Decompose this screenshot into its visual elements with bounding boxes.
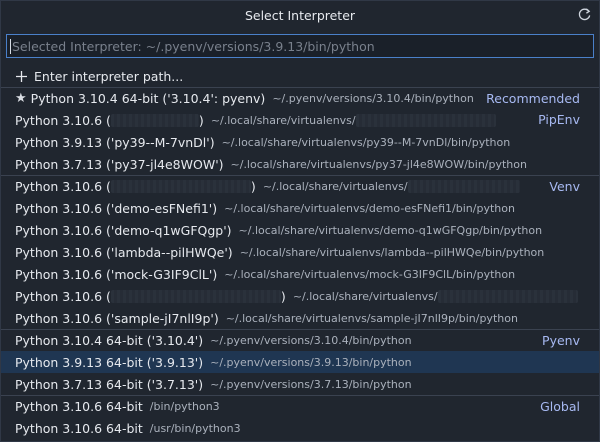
interpreter-label: Python 3.9.13 64-bit ('3.9.13') xyxy=(15,354,204,370)
interpreter-search-input[interactable] xyxy=(12,38,572,54)
interpreter-label: Python 3.10.6 ('lambda--pilHWQe') xyxy=(15,244,233,260)
interpreter-label: Python 3.7.13 64-bit ('3.7.13') xyxy=(15,376,204,392)
interpreter-path: ~/.local/share/virtualenvs/demo-q1wGFQgp… xyxy=(238,223,543,237)
quick-pick-title: Select Interpreter xyxy=(1,1,599,29)
interpreter-path: ~/.local/share/virtualenvs/ xyxy=(210,113,356,127)
interpreter-path: ~/.pyenv/versions/3.10.4/bin/python xyxy=(210,334,412,347)
interpreter-item[interactable]: Python 3.10.6 64-bit/usr/bin/python3 xyxy=(1,417,599,439)
refresh-icon[interactable] xyxy=(576,6,593,23)
redacted-text xyxy=(110,180,251,193)
redacted-text xyxy=(110,113,199,127)
interpreter-label-tail: ) xyxy=(250,179,256,194)
group-label: Recommended xyxy=(486,91,580,106)
interpreter-item[interactable]: Python 3.10.6 64-bit/bin/python3 Global xyxy=(1,395,599,417)
redacted-text xyxy=(110,289,281,303)
interpreter-label: Python 3.10.4 64-bit ('3.10.4') xyxy=(15,333,204,348)
interpreter-item[interactable]: Python 3.10.6 ('mock-G3IF9ClL') ~/.local/… xyxy=(1,263,599,285)
interpreter-search-box[interactable] xyxy=(6,34,594,58)
interpreter-label: Python 3.10.6 ('sample-jI7nlI9p') xyxy=(15,310,219,326)
interpreter-label: Python 3.9.13 ('py39--M-7vnDl') xyxy=(15,134,215,150)
interpreter-item[interactable]: Python 3.10.6 () ~/.local/share/virtualen… xyxy=(1,109,599,131)
interpreter-path: ~/.local/share/virtualenvs/ xyxy=(262,180,408,193)
interpreter-path: ~/.local/share/virtualenvs/demo-esFNefi1… xyxy=(224,201,515,215)
interpreter-path: ~/.pyenv/versions/3.9.13/bin/python xyxy=(210,355,412,369)
interpreter-path: ~/.local/share/virtualenvs/ xyxy=(292,289,438,303)
group-label: Global xyxy=(540,399,580,414)
interpreter-list: Enter interpreter path... ★ Python 3.10.4 … xyxy=(1,65,599,439)
interpreter-item[interactable]: Python 3.10.6 () ~/.local/share/virtualen… xyxy=(1,285,599,307)
interpreter-item[interactable]: Python 3.10.6 ('sample-jI7nlI9p') ~/.loca… xyxy=(1,307,599,329)
group-label: PipEnv xyxy=(538,112,580,127)
interpreter-path: /usr/bin/python3 xyxy=(149,421,241,435)
redacted-text xyxy=(355,113,496,127)
interpreter-item[interactable]: Python 3.10.6 () ~/.local/share/virtualen… xyxy=(1,175,599,197)
star-icon: ★ xyxy=(15,91,27,106)
interpreter-label: Python 3.10.6 ( xyxy=(15,112,111,128)
interpreter-label: Python 3.7.13 ('py37-jl4e8WOW') xyxy=(15,156,224,172)
redacted-text xyxy=(437,289,578,303)
text-caret xyxy=(10,38,11,54)
interpreter-path: ~/.local/share/virtualenvs/lambda--pilHW… xyxy=(239,245,545,259)
interpreter-item[interactable]: Python 3.7.13 64-bit ('3.7.13') ~/.pyenv/… xyxy=(1,373,599,395)
quick-pick-panel: Select Interpreter Enter interpreter pat… xyxy=(0,0,600,442)
interpreter-item[interactable]: Python 3.9.13 ('py39--M-7vnDl') ~/.local/… xyxy=(1,131,599,153)
interpreter-item[interactable]: Python 3.10.6 ('lambda--pilHWQe') ~/.loca… xyxy=(1,241,599,263)
interpreter-item[interactable]: Python 3.7.13 ('py37-jl4e8WOW') ~/.local/… xyxy=(1,153,599,175)
interpreter-label: Python 3.10.6 64-bit xyxy=(15,420,143,436)
interpreter-label: Enter interpreter path... xyxy=(34,68,184,84)
plus-icon xyxy=(15,70,28,83)
interpreter-label: Python 3.10.4 64-bit ('3.10.4': pyenv) xyxy=(30,91,266,106)
interpreter-label-tail: ) xyxy=(198,112,204,128)
group-label: Pyenv xyxy=(542,333,580,348)
interpreter-label: Python 3.10.6 ( xyxy=(15,179,111,194)
interpreter-path: ~/.pyenv/versions/3.7.13/bin/python xyxy=(210,377,412,391)
interpreter-label: Python 3.10.6 ('mock-G3IF9ClL') xyxy=(15,266,218,282)
interpreter-item[interactable]: Python 3.10.6 ('demo-q1wGFQgp') ~/.local/… xyxy=(1,219,599,241)
interpreter-item[interactable]: Python 3.10.4 64-bit ('3.10.4') ~/.pyenv/… xyxy=(1,329,599,351)
interpreter-path: ~/.local/share/virtualenvs/py39--M-7vnDl… xyxy=(221,135,511,149)
redacted-text xyxy=(407,180,520,193)
enter-interpreter-path-item[interactable]: Enter interpreter path... xyxy=(1,65,599,87)
interpreter-label-tail: ) xyxy=(280,288,286,304)
interpreter-label: Python 3.10.6 ( xyxy=(15,288,111,304)
interpreter-item[interactable]: Python 3.9.13 64-bit ('3.9.13') ~/.pyenv/… xyxy=(1,351,599,373)
interpreter-path: ~/.local/share/virtualenvs/py37-jl4e8WOW… xyxy=(230,157,527,171)
interpreter-path: /bin/python3 xyxy=(149,400,220,413)
interpreter-label: Python 3.10.6 ('demo-esFNefi1') xyxy=(15,200,218,216)
interpreter-label: Python 3.10.6 64-bit xyxy=(15,399,143,414)
interpreter-path: ~/.local/share/virtualenvs/sample-jI7nlI… xyxy=(225,311,518,325)
interpreter-path: ~/.pyenv/versions/3.10.4/bin/python xyxy=(272,92,474,105)
interpreter-path: ~/.local/share/virtualenvs/mock-G3IF9ClL… xyxy=(224,267,516,281)
title-text: Select Interpreter xyxy=(244,7,356,23)
interpreter-item[interactable]: ★ Python 3.10.4 64-bit ('3.10.4': pyenv) ~… xyxy=(1,87,599,109)
interpreter-item[interactable]: Python 3.10.6 ('demo-esFNefi1') ~/.local/… xyxy=(1,197,599,219)
interpreter-label: Python 3.10.6 ('demo-q1wGFQgp') xyxy=(15,222,232,238)
group-label: Venv xyxy=(549,179,580,194)
